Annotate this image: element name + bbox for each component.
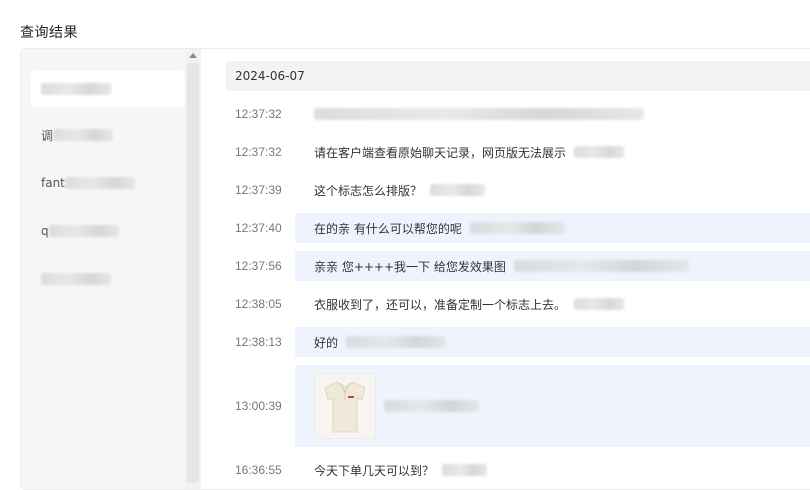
date-label: 2024-06-07 — [235, 69, 305, 83]
sidebar-item-label: fant — [41, 176, 65, 190]
message-row: 12:37:32 请在客户端查看原始聊天记录，网页版无法展示 — [226, 137, 810, 167]
message-row: 12:37:56 亲亲 您++++我一下 给您发效果图 — [226, 251, 810, 281]
message-row: 16:36:55 今天下单几天可以到？ — [226, 455, 810, 485]
redacted-text — [41, 273, 111, 285]
message-body: 今天下单几天可以到？ — [295, 455, 810, 485]
message-body: 衣服收到了，还可以，准备定制一个标志上去。 — [295, 289, 810, 319]
sidebar-item-3[interactable]: fant — [31, 165, 185, 201]
message-time: 16:36:55 — [235, 463, 282, 477]
sidebar-item-1[interactable] — [31, 71, 185, 107]
scroll-up-arrow-icon[interactable] — [189, 53, 197, 58]
message-time: 12:37:40 — [235, 221, 282, 235]
message-row: 12:37:39 这个标志怎么排版？ — [226, 175, 810, 205]
redacted-text — [48, 225, 119, 237]
redacted-text — [430, 184, 486, 196]
message-body: 这个标志怎么排版？ — [295, 175, 810, 205]
message-text: 好的 — [314, 335, 339, 350]
redacted-text — [314, 108, 644, 120]
message-row: 13:00:39 — [226, 365, 810, 447]
redacted-text — [384, 400, 479, 412]
message-row: 12:38:13 好的 — [226, 327, 810, 357]
sidebar-item-4[interactable]: q — [31, 213, 185, 249]
message-time: 12:38:13 — [235, 335, 282, 349]
polo-shirt-image[interactable] — [314, 373, 376, 439]
message-row: 12:38:05 衣服收到了，还可以，准备定制一个标志上去。 — [226, 289, 810, 319]
redacted-text — [442, 464, 488, 476]
message-body — [295, 365, 810, 447]
message-row: 12:37:40 在的亲 有什么可以帮您的呢 — [226, 213, 810, 243]
page-title: 查询结果 — [20, 25, 78, 41]
redacted-text — [469, 222, 565, 234]
redacted-text — [41, 83, 111, 95]
sidebar-item-5[interactable] — [31, 261, 185, 297]
message-time: 13:00:39 — [235, 399, 282, 413]
contact-sidebar: 调 fant q — [21, 49, 185, 489]
chat-log: 2024-06-07 12:37:32 12:37:32 请在客户端查看原始聊天… — [226, 61, 810, 489]
sidebar-item-label: 调 — [41, 128, 54, 143]
sidebar-item-2[interactable]: 调 — [31, 117, 185, 153]
message-time: 12:37:56 — [235, 259, 282, 273]
message-body: 请在客户端查看原始聊天记录，网页版无法展示 — [295, 137, 810, 167]
redacted-text — [513, 260, 689, 272]
redacted-text — [346, 336, 447, 348]
message-row: 12:37:32 — [226, 99, 810, 129]
message-time: 12:37:32 — [235, 145, 282, 159]
message-text: 请在客户端查看原始聊天记录，网页版无法展示 — [314, 145, 567, 160]
redacted-text — [53, 129, 114, 141]
message-time: 12:38:05 — [235, 297, 282, 311]
message-text: 衣服收到了，还可以，准备定制一个标志上去。 — [314, 297, 567, 312]
message-body: 亲亲 您++++我一下 给您发效果图 — [295, 251, 810, 281]
message-text: 在的亲 有什么可以帮您的呢 — [314, 221, 462, 236]
message-body: 好的 — [295, 327, 810, 357]
sidebar-scrollbar[interactable] — [185, 49, 201, 489]
message-time: 12:37:39 — [235, 183, 282, 197]
message-time: 12:37:32 — [235, 107, 282, 121]
message-text: 亲亲 您++++我一下 给您发效果图 — [314, 259, 506, 274]
message-text: 今天下单几天可以到？ — [314, 463, 435, 478]
date-header: 2024-06-07 — [226, 61, 810, 91]
polo-shirt-icon — [324, 381, 366, 433]
redacted-text — [64, 177, 135, 189]
redacted-text — [574, 298, 625, 310]
message-body: 在的亲 有什么可以帮您的呢 — [295, 213, 810, 243]
scroll-thumb[interactable] — [187, 63, 199, 483]
results-panel: 调 fant q 2024-06-07 12:37:32 12:37:32 请在… — [20, 48, 810, 490]
message-body — [295, 99, 810, 129]
message-text: 这个标志怎么排版？ — [314, 183, 423, 198]
sidebar-item-label: q — [41, 224, 49, 238]
redacted-text — [574, 146, 625, 158]
